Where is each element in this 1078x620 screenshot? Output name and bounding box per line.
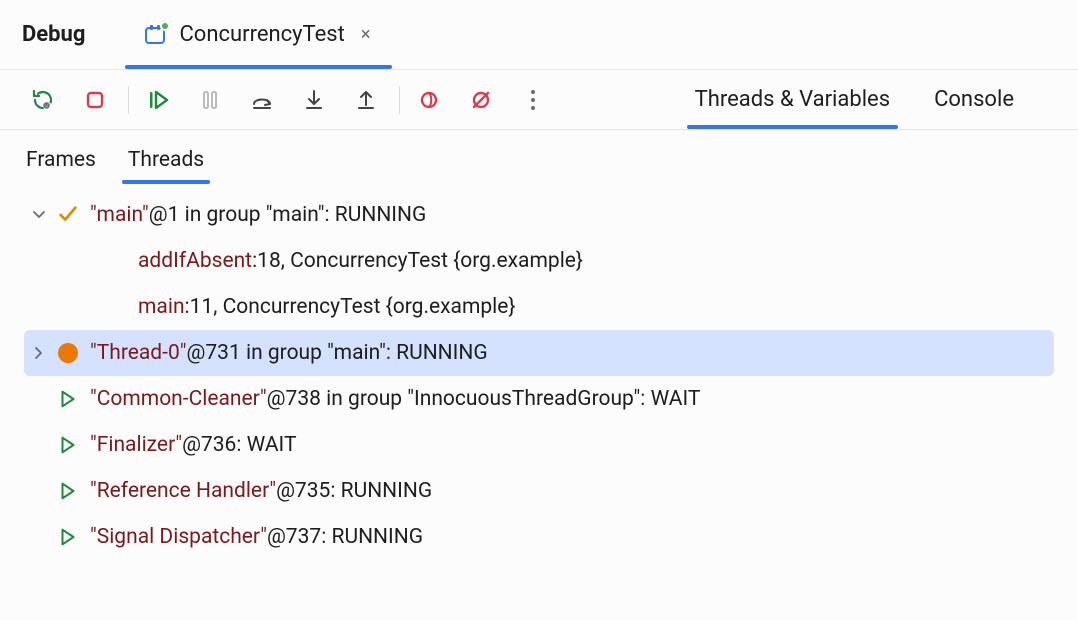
thread-name: "Signal Dispatcher"	[90, 525, 267, 549]
view-breakpoints-button[interactable]	[410, 81, 448, 119]
breakpoint-icon	[56, 341, 80, 365]
frame-detail: :11, ConcurrencyTest {org.example}	[185, 295, 516, 319]
step-out-button[interactable]	[347, 81, 385, 119]
thread-row-finalizer[interactable]: "Finalizer"@736: WAIT	[24, 422, 1054, 468]
running-thread-icon	[56, 479, 80, 503]
run-config-name: ConcurrencyTest	[179, 22, 344, 47]
thread-row-signal-dispatcher[interactable]: "Signal Dispatcher"@737: RUNNING	[24, 514, 1054, 560]
pause-button[interactable]	[191, 81, 229, 119]
separator	[399, 86, 400, 114]
chevron-down-icon[interactable]	[28, 204, 50, 226]
thread-row-thread0[interactable]: "Thread-0"@731 in group "main": RUNNING	[24, 330, 1054, 376]
stack-frame[interactable]: addIfAbsent:18, ConcurrencyTest {org.exa…	[24, 238, 1054, 284]
tool-window-title: Debug	[22, 0, 85, 69]
thread-detail: @731 in group "main": RUNNING	[186, 341, 487, 365]
run-config-tab[interactable]: ConcurrencyTest ×	[125, 0, 392, 69]
more-actions-button[interactable]	[514, 81, 552, 119]
thread-detail: @736: WAIT	[182, 433, 296, 457]
running-thread-icon	[56, 387, 80, 411]
stop-button[interactable]	[76, 81, 114, 119]
tab-threads-variables[interactable]: Threads & Variables	[693, 73, 892, 126]
stack-frame[interactable]: main:11, ConcurrencyTest {org.example}	[24, 284, 1054, 330]
subtab-threads[interactable]: Threads	[126, 142, 206, 184]
thread-name: "main"	[90, 203, 149, 227]
debug-toolbar: Threads & Variables Console	[0, 70, 1078, 130]
resume-button[interactable]	[139, 81, 177, 119]
current-thread-icon	[56, 203, 80, 227]
step-into-button[interactable]	[295, 81, 333, 119]
thread-detail: @1 in group "main": RUNNING	[149, 203, 427, 227]
chevron-right-icon[interactable]	[28, 342, 50, 364]
thread-row-main[interactable]: "main"@1 in group "main": RUNNING	[24, 192, 1054, 238]
separator	[128, 86, 129, 114]
tab-console[interactable]: Console	[932, 73, 1016, 126]
thread-row-common-cleaner[interactable]: "Common-Cleaner"@738 in group "Innocuous…	[24, 376, 1054, 422]
thread-detail: @735: RUNNING	[276, 479, 432, 503]
mute-breakpoints-button[interactable]	[462, 81, 500, 119]
frame-method: addIfAbsent	[138, 249, 252, 273]
subtab-frames[interactable]: Frames	[24, 142, 98, 184]
frame-method: main	[138, 295, 185, 319]
frame-detail: :18, ConcurrencyTest {org.example}	[252, 249, 583, 273]
running-thread-icon	[56, 433, 80, 457]
thread-row-reference-handler[interactable]: "Reference Handler"@735: RUNNING	[24, 468, 1054, 514]
threads-tree: "main"@1 in group "main": RUNNING addIfA…	[0, 184, 1078, 580]
thread-name: "Common-Cleaner"	[90, 387, 267, 411]
thread-detail: @738 in group "InnocuousThreadGroup": WA…	[267, 387, 701, 411]
rerun-button[interactable]	[24, 81, 62, 119]
step-over-button[interactable]	[243, 81, 281, 119]
close-tab-button[interactable]: ×	[357, 20, 375, 49]
thread-name: "Reference Handler"	[90, 479, 276, 503]
thread-name: "Thread-0"	[90, 341, 186, 365]
thread-detail: @737: RUNNING	[267, 525, 423, 549]
run-config-icon	[143, 23, 167, 47]
running-thread-icon	[56, 525, 80, 549]
thread-name: "Finalizer"	[90, 433, 182, 457]
